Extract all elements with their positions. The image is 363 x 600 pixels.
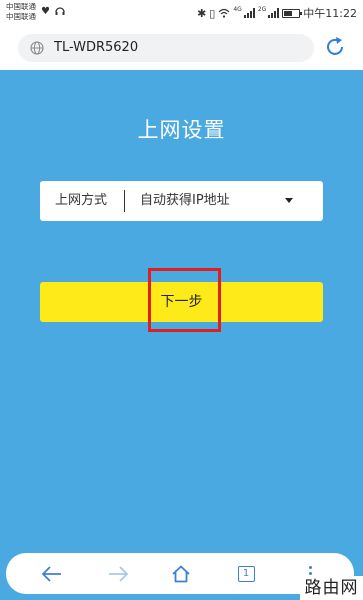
dropdown-arrow-icon[interactable] [285, 198, 293, 203]
highlight-annotation-box [148, 268, 221, 332]
signal-2-icon [268, 8, 280, 18]
tabs-icon[interactable]: 1 [226, 553, 266, 594]
tab-count: 1 [237, 565, 255, 582]
browser-toolbar: TL-WDR5620 [0, 26, 363, 70]
clock: 中午11:22 [303, 7, 357, 20]
address-bar[interactable]: TL-WDR5620 [18, 34, 314, 62]
status-bar: 中国联通 中国联通 ♥ ✱ ▯ 4G 2G 中午11:22 [0, 0, 363, 26]
carrier-1: 中国联通 [6, 2, 36, 11]
forward-arrow-icon[interactable] [98, 553, 138, 594]
globe-icon [30, 41, 44, 55]
carrier-2: 中国联通 [6, 12, 36, 21]
back-arrow-icon[interactable] [32, 553, 72, 594]
connection-type-value[interactable]: 自动获得IP地址 [140, 192, 230, 210]
bluetooth-icon: ✱ [197, 6, 207, 20]
reload-icon[interactable] [323, 35, 347, 59]
vibrate-icon: ▯ [209, 6, 216, 20]
heart-icon: ♥ [41, 6, 50, 17]
connection-type-select[interactable]: 上网方式 自动获得IP地址 [40, 181, 323, 221]
select-divider [124, 190, 125, 212]
url-text[interactable]: TL-WDR5620 [54, 39, 138, 57]
signal-1-label: 4G [233, 5, 242, 13]
battery-icon [282, 8, 303, 18]
wifi-icon [218, 8, 230, 18]
headset-icon [55, 7, 65, 15]
signal-1-icon [243, 8, 255, 18]
status-icons: ✱ ▯ 4G 2G 中午11:22 [197, 5, 357, 21]
home-icon[interactable] [161, 553, 201, 594]
connection-type-label: 上网方式 [55, 193, 108, 208]
watermark: 路由网 [300, 576, 363, 600]
page-title: 上网设置 [137, 118, 226, 142]
carrier-info: 中国联通 中国联通 [6, 2, 36, 22]
signal-2-label: 2G [257, 5, 267, 13]
